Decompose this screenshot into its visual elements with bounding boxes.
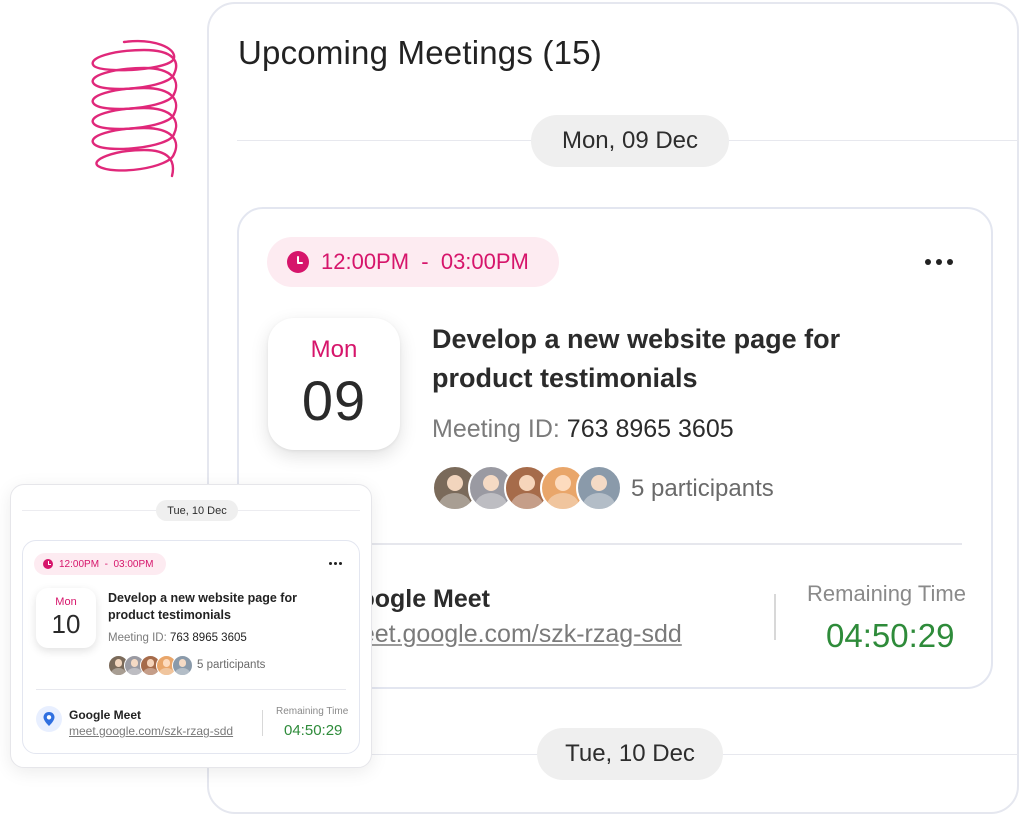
mini-meeting-title: Develop a new website page for product t… [108,591,297,622]
mini-card-divider [36,689,346,690]
mini-remaining-time-value: 04:50:29 [284,722,343,739]
panel-title: Upcoming Meetings (15) [238,34,602,71]
remaining-time-value: 04:50:29 [826,617,955,654]
mini-time-badge: 12:00PM - 03:00PM [34,553,166,575]
date-header-tue: Tue, 10 Dec [537,728,723,780]
meeting-title: Develop a new website page for product t… [432,324,841,393]
meeting-time-text: 12:00PM - 03:00PM [321,249,529,274]
mini-calendar-tile: Mon 10 [36,588,96,648]
clock-icon [43,559,53,569]
clock-icon [287,251,309,273]
mini-time-text: 12:00PM - 03:00PM [59,558,154,570]
mini-meeting-platform: Google Meet [69,708,142,722]
calendar-date-tile: Mon 09 [268,318,400,450]
meeting-time-badge: 12:00PM - 03:00PM [267,237,559,287]
avatar [172,655,193,676]
mini-meeting-id-row: Meeting ID: 763 8965 3605 [108,632,247,644]
mini-calendar-day-of-week: Mon [55,596,77,608]
mini-calendar-day-number: 10 [51,609,81,639]
avatar [576,465,622,511]
mini-participant-avatars[interactable] [108,655,193,676]
vertical-separator [774,594,776,640]
mini-date-header: Tue, 10 Dec [156,500,238,521]
meeting-id-label: Meeting ID: [432,415,560,443]
mini-vertical-separator [262,710,263,736]
more-options-icon[interactable] [925,259,953,265]
mini-meeting-id-label: Meeting ID: [108,632,167,644]
participants-count: 5 participants [631,475,774,502]
mini-more-options-icon[interactable] [329,562,342,565]
mini-remaining-time-label: Remaining Time [276,706,349,717]
calendar-day-of-week: Mon [310,336,358,363]
date-header-mon: Mon, 09 Dec [531,115,729,167]
card-divider [370,543,962,545]
location-pin-icon [36,706,62,732]
participant-avatars[interactable] [432,465,622,511]
meeting-id-value: 763 8965 3605 [566,415,734,443]
mini-meeting-link[interactable]: meet.google.com/szk-rzag-sdd [69,724,233,738]
meeting-id-row: Meeting ID: 763 8965 3605 [432,415,734,444]
remaining-time-label: Remaining Time [807,581,966,606]
mini-participants-count: 5 participants [197,659,266,671]
spring-decoration [91,39,178,178]
mini-meeting-id-value: 763 8965 3605 [170,632,247,644]
meeting-link[interactable]: meet.google.com/szk-rzag-sdd [340,620,682,649]
calendar-day-number: 09 [301,369,367,432]
